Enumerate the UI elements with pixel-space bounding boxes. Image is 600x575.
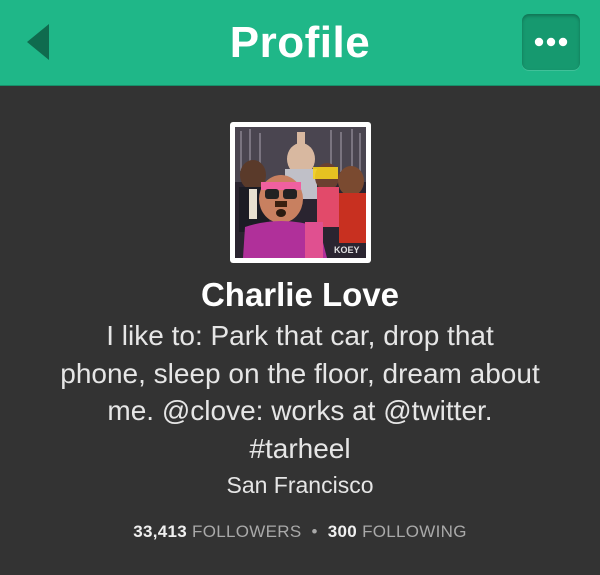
- profile-location: San Francisco: [226, 472, 374, 498]
- followers-label: FOLLOWERS: [192, 522, 302, 541]
- avatar[interactable]: KOEY: [230, 122, 371, 263]
- top-bar: Profile: [0, 0, 600, 86]
- page-title: Profile: [229, 17, 371, 67]
- following-count: 300: [327, 522, 358, 541]
- following-label: FOLLOWING: [362, 522, 467, 541]
- profile-name: Charlie Love: [200, 276, 400, 313]
- follow-stats: 33,413 FOLLOWERS • 300 FOLLOWING: [0, 522, 600, 542]
- stats-separator: •: [311, 522, 318, 541]
- bio-line: I like to: Park that car, drop that: [106, 320, 494, 351]
- bio-line: me. @clove: works at @twitter.: [107, 395, 493, 426]
- avatar-image: KOEY: [235, 127, 366, 258]
- followers-link[interactable]: 33,413 FOLLOWERS: [133, 522, 301, 541]
- followers-count: 33,413: [133, 522, 188, 541]
- following-link[interactable]: 300 FOLLOWING: [328, 522, 467, 541]
- bio-line: #tarheel: [249, 432, 351, 464]
- bio-line: phone, sleep on the floor, dream about: [60, 357, 540, 389]
- ellipsis-icon: [534, 37, 568, 47]
- svg-text:KOEY: KOEY: [334, 245, 360, 255]
- profile-bio: I like to: Park that car, drop that phon…: [30, 317, 570, 467]
- more-options-button[interactable]: [522, 14, 580, 70]
